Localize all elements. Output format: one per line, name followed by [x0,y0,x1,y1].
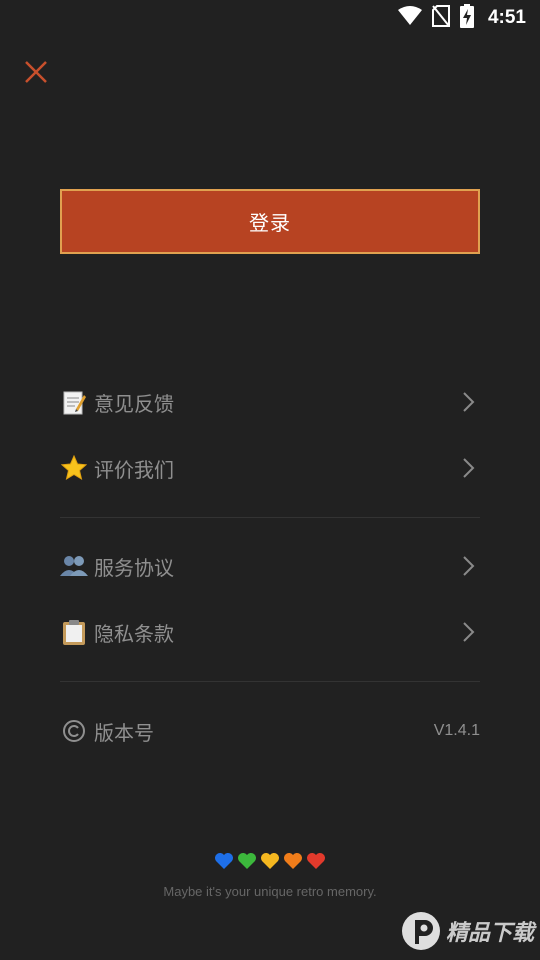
menu-item-feedback[interactable]: 意见反馈 [60,377,480,427]
divider [60,517,480,518]
login-button-label: 登录 [249,211,291,235]
orange-heart-icon [284,853,302,869]
menu-item-rate-us[interactable]: 评价我们 [60,443,480,493]
people-icon [60,552,88,580]
green-heart-icon [238,853,256,869]
hearts-row [0,852,540,870]
menu-item-privacy-policy[interactable]: 隐私条款 [60,607,480,657]
chevron-right-icon [463,556,475,576]
clock: 4:51 [487,7,526,28]
menu-item-label: 意见反馈 [94,391,174,416]
clipboard-icon [60,618,88,646]
version-row: 版本号 V1.4.1 [60,706,480,756]
watermark: 精品下载 [400,910,534,952]
yellow-heart-icon [261,853,279,869]
star-icon [60,454,88,482]
chevron-right-icon [463,622,475,642]
watermark-text: 精品下载 [445,921,534,946]
footer-tagline: Maybe it's your unique retro memory. [163,884,377,899]
chevron-right-icon [463,392,475,412]
red-heart-icon [307,853,325,869]
menu-item-label: 服务协议 [94,555,174,580]
login-button[interactable]: 登录 [60,189,480,254]
memo-icon [60,388,88,416]
close-icon [25,61,47,83]
no-sim-icon [431,5,450,31]
wifi-icon [397,6,422,30]
menu-item-service-agreement[interactable]: 服务协议 [60,541,480,591]
battery-charging-icon [459,4,474,32]
chevron-right-icon [463,458,475,478]
watermark-logo-icon [401,912,440,950]
status-bar: 4:51 [0,0,540,36]
version-label: 版本号 [94,720,154,745]
copyright-icon [60,717,88,745]
blue-heart-icon [215,853,233,869]
menu-item-label: 评价我们 [94,457,174,482]
close-button[interactable] [22,58,50,86]
menu-item-label: 隐私条款 [94,621,174,646]
version-value: V1.4.1 [433,722,480,739]
divider [60,681,480,682]
